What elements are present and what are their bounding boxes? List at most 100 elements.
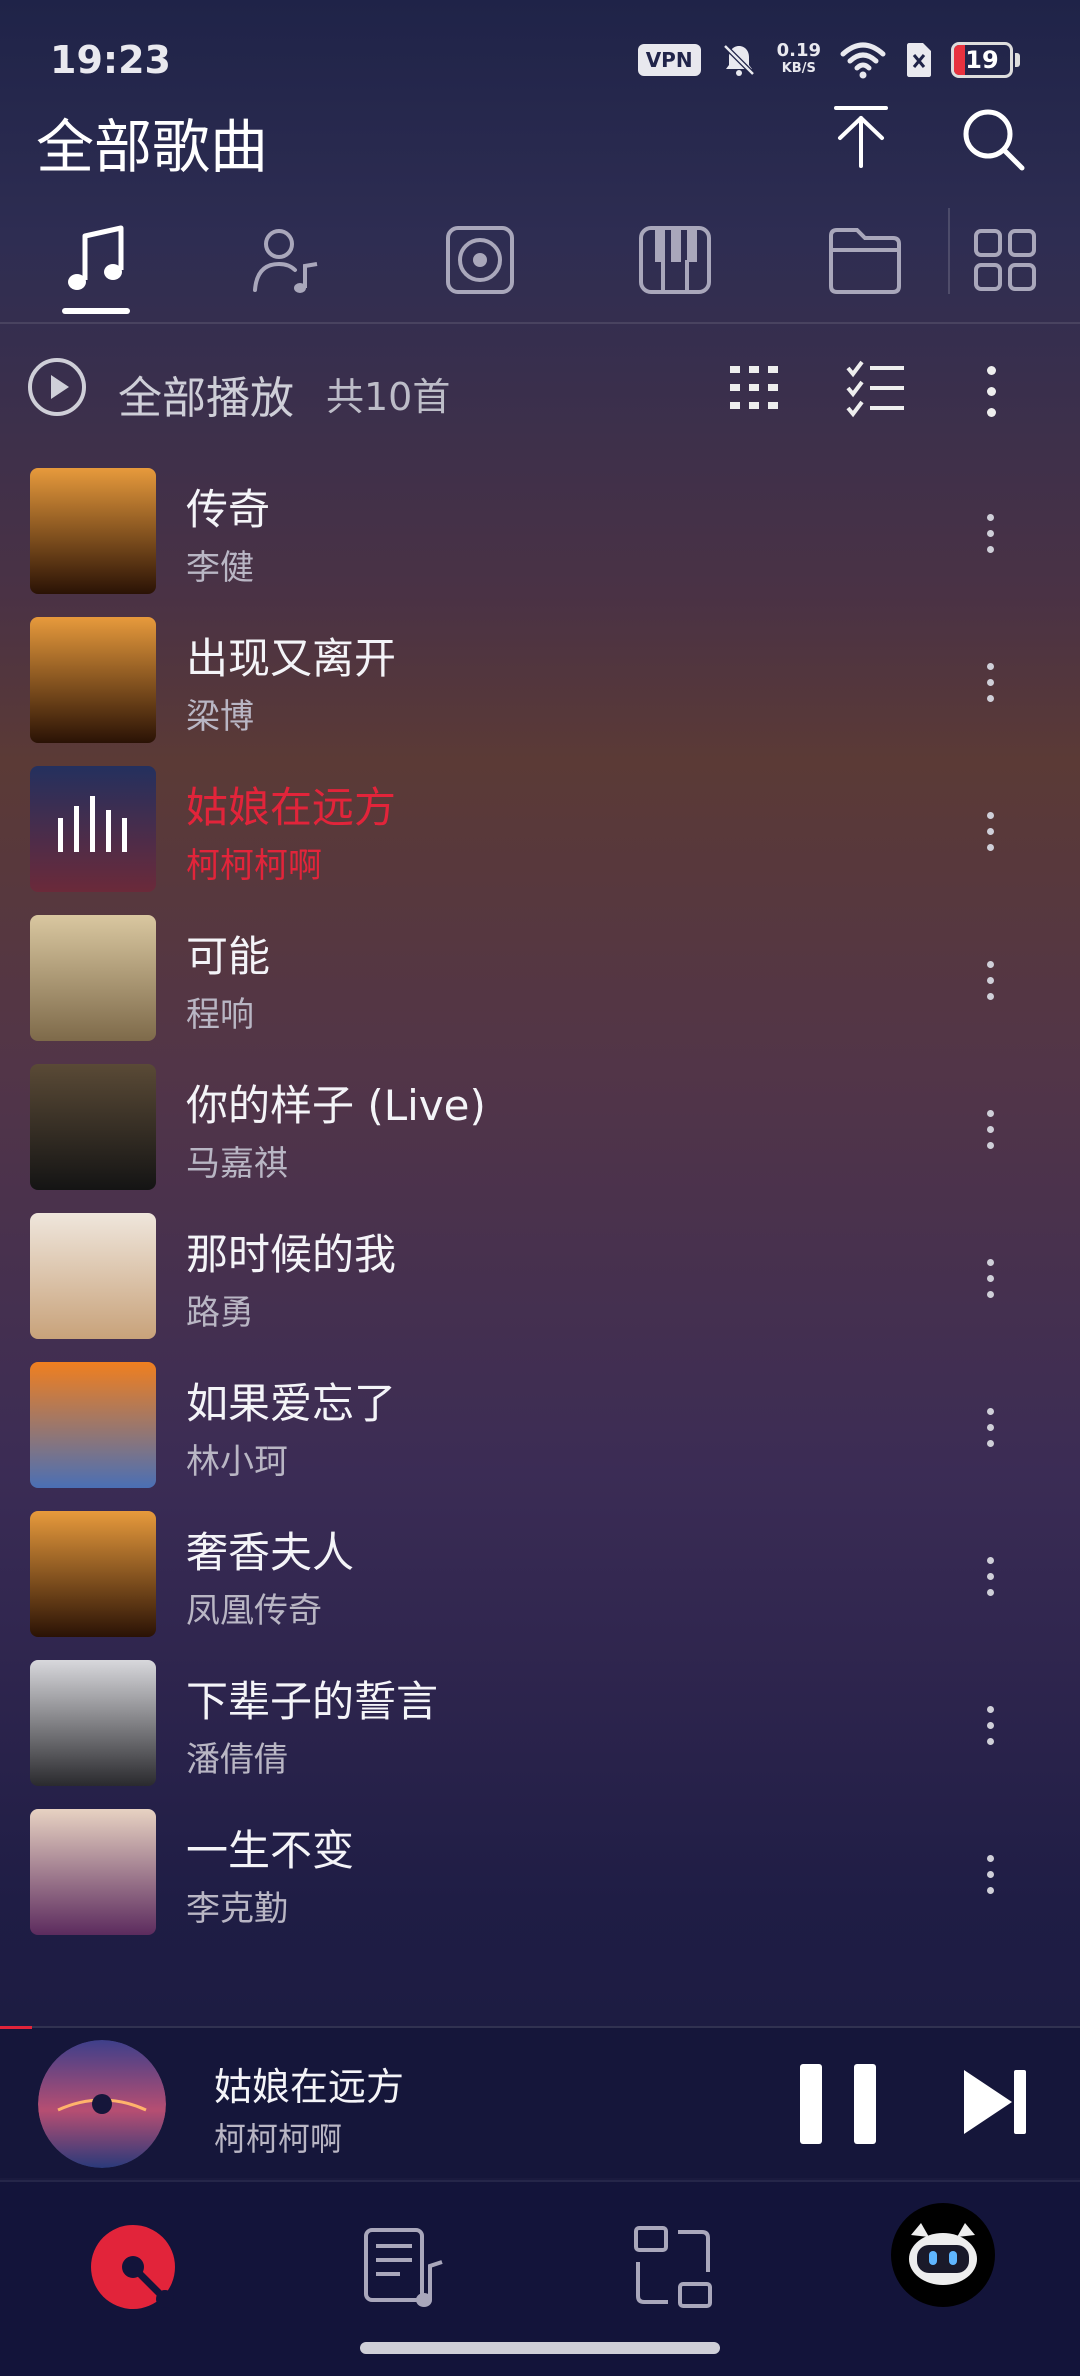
tab-songs[interactable] [45, 210, 145, 310]
active-tab-indicator [62, 308, 130, 314]
song-title: 一生不变 [186, 1826, 355, 1875]
album-cover [30, 468, 156, 594]
song-title: 如果爱忘了 [186, 1379, 397, 1428]
play-all-label[interactable]: 全部播放 [118, 362, 294, 426]
artist-icon [253, 229, 318, 293]
album-cover [30, 915, 156, 1041]
song-artist: 程响 [186, 995, 254, 1035]
more-vertical-icon [986, 1407, 994, 1447]
battery-indicator: 19 [951, 42, 1020, 78]
next-track-button[interactable] [960, 2066, 1030, 2142]
album-cover [30, 1809, 156, 1935]
search-button[interactable] [958, 104, 1028, 178]
song-artist: 李健 [186, 548, 254, 588]
song-title: 下辈子的誓言 [186, 1677, 439, 1726]
song-more-button[interactable] [970, 1829, 1010, 1919]
more-vertical-icon [986, 1109, 994, 1149]
tab-genres[interactable] [625, 210, 725, 310]
sim-off-icon [907, 43, 931, 77]
net-speed-value: 0.19 [776, 40, 821, 61]
nav-music[interactable] [78, 2212, 188, 2322]
song-artist: 李克勤 [186, 1889, 288, 1929]
play-all-button[interactable] [26, 356, 88, 422]
net-speed: 0.19 KB/S [777, 42, 821, 78]
song-row[interactable]: 下辈子的誓言 潘倩倩 [0, 1660, 1080, 1810]
song-title: 奢香夫人 [186, 1528, 355, 1577]
more-vertical-icon [986, 1556, 994, 1596]
assistant-robot-icon [891, 2203, 995, 2307]
tab-folders[interactable] [815, 210, 915, 310]
song-more-button[interactable] [970, 637, 1010, 727]
song-artist: 柯柯柯啊 [186, 846, 322, 886]
scroll-to-top-button[interactable] [826, 100, 896, 174]
song-row[interactable]: 出现又离开 梁博 [0, 617, 1080, 767]
song-row[interactable]: 你的样子 (Live) 马嘉祺 [0, 1064, 1080, 1214]
view-mode-button[interactable] [726, 358, 782, 422]
song-row[interactable]: 传奇 李健 [0, 468, 1080, 618]
grid-icon [974, 229, 1036, 291]
more-vertical-icon [986, 1705, 994, 1745]
mini-player[interactable]: 姑娘在远方 柯柯柯啊 [0, 2026, 1080, 2178]
song-more-button[interactable] [970, 786, 1010, 876]
nav-transfer[interactable] [618, 2212, 728, 2322]
nav-assistant[interactable] [888, 2200, 998, 2310]
pause-button[interactable] [796, 2060, 880, 2152]
album-cover [30, 1511, 156, 1637]
more-vertical-icon [986, 662, 994, 702]
music-note-icon [68, 225, 124, 290]
album-cover [30, 1064, 156, 1190]
status-time: 19:23 [50, 38, 171, 82]
song-title: 那时候的我 [186, 1230, 397, 1279]
upload-arrow-icon [834, 106, 888, 168]
multi-select-button[interactable] [844, 356, 908, 424]
song-more-button[interactable] [970, 1680, 1010, 1770]
nav-playlists[interactable] [350, 2212, 460, 2322]
vpn-badge: VPN [637, 44, 701, 76]
song-more-button[interactable] [970, 935, 1010, 1025]
song-artist: 潘倩倩 [186, 1740, 288, 1780]
song-row[interactable]: 那时候的我 路勇 [0, 1213, 1080, 1363]
tab-artists[interactable] [235, 210, 335, 310]
song-row[interactable]: 一生不变 李克勤 [0, 1809, 1080, 1959]
playback-progress[interactable] [0, 2026, 33, 2029]
more-vertical-icon [986, 513, 994, 553]
song-more-button[interactable] [970, 1233, 1010, 1323]
album-cover [30, 617, 156, 743]
tab-more-categories[interactable] [955, 210, 1055, 310]
song-more-button[interactable] [970, 1084, 1010, 1174]
song-artist: 路勇 [186, 1293, 254, 1333]
battery-level: 19 [965, 46, 999, 74]
tab-separator [948, 208, 950, 294]
song-count: 共10首 [326, 375, 451, 419]
song-more-button[interactable] [970, 1531, 1010, 1621]
song-title: 你的样子 (Live) [186, 1081, 486, 1130]
song-more-button[interactable] [970, 488, 1010, 578]
vinyl-record-icon [91, 2225, 175, 2309]
song-artist: 马嘉祺 [186, 1144, 288, 1184]
tab-albums[interactable] [430, 210, 530, 310]
song-title: 姑娘在远方 [186, 783, 397, 832]
play-all-bar: 全部播放 共10首 [0, 340, 1080, 440]
song-row[interactable]: 可能 程响 [0, 915, 1080, 1065]
song-row[interactable]: 如果爱忘了 林小珂 [0, 1362, 1080, 1512]
song-title: 可能 [186, 932, 271, 981]
song-more-button[interactable] [970, 1382, 1010, 1472]
song-row[interactable]: 姑娘在远方 柯柯柯啊 [0, 766, 1080, 916]
skip-next-icon [964, 2070, 1026, 2134]
net-speed-unit: KB/S [781, 61, 816, 76]
album-icon [446, 226, 514, 294]
more-vertical-icon [986, 365, 996, 417]
play-circle-icon [28, 358, 86, 416]
home-indicator[interactable] [360, 2342, 720, 2354]
grid-dots-icon [730, 366, 778, 409]
wifi-icon [840, 42, 886, 79]
now-playing-artist: 柯柯柯啊 [214, 2120, 343, 2158]
more-vertical-icon [986, 811, 994, 851]
album-cover [30, 1362, 156, 1488]
more-options-button[interactable] [968, 356, 1014, 426]
song-row[interactable]: 奢香夫人 凤凰传奇 [0, 1511, 1080, 1661]
album-art [38, 2040, 166, 2168]
now-playing-cover[interactable] [38, 2040, 166, 2168]
more-vertical-icon [986, 1854, 994, 1894]
playlist-icon [364, 2228, 443, 2307]
